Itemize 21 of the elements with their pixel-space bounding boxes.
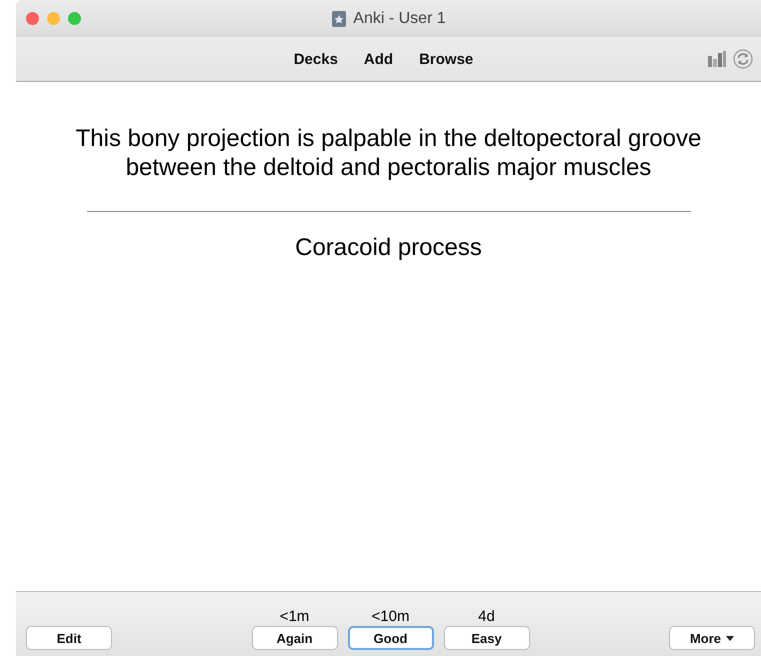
caret-icon <box>726 636 734 640</box>
toolbar-link[interactable]: Add <box>364 50 394 68</box>
question-text: This bony projection is palpable in the deltopectoral groove between the deltoid and pectoralis major muscles <box>74 124 702 182</box>
app-icon <box>331 10 348 28</box>
answer-button[interactable]: Easy <box>444 626 530 650</box>
answer-text: Coracoid process <box>295 234 482 262</box>
toolbar-link[interactable]: Decks <box>294 50 338 68</box>
interval-label: <1m <box>280 608 310 625</box>
sync-icon[interactable] <box>733 49 753 69</box>
window-title: Anki - User 1 <box>353 10 446 28</box>
answer-button[interactable]: Again <box>252 626 338 650</box>
toolbar-link[interactable]: Browse <box>419 50 474 68</box>
minimize-icon[interactable] <box>47 12 60 25</box>
interval-label: 4d <box>478 608 495 625</box>
zoom-icon[interactable] <box>68 12 81 25</box>
edit-button[interactable]: Edit <box>26 626 112 650</box>
interval-label: <10m <box>372 608 410 625</box>
stats-icon[interactable] <box>707 50 727 68</box>
close-icon[interactable] <box>26 12 39 25</box>
more-button[interactable]: More <box>669 626 755 650</box>
answer-button[interactable]: Good <box>348 626 434 650</box>
